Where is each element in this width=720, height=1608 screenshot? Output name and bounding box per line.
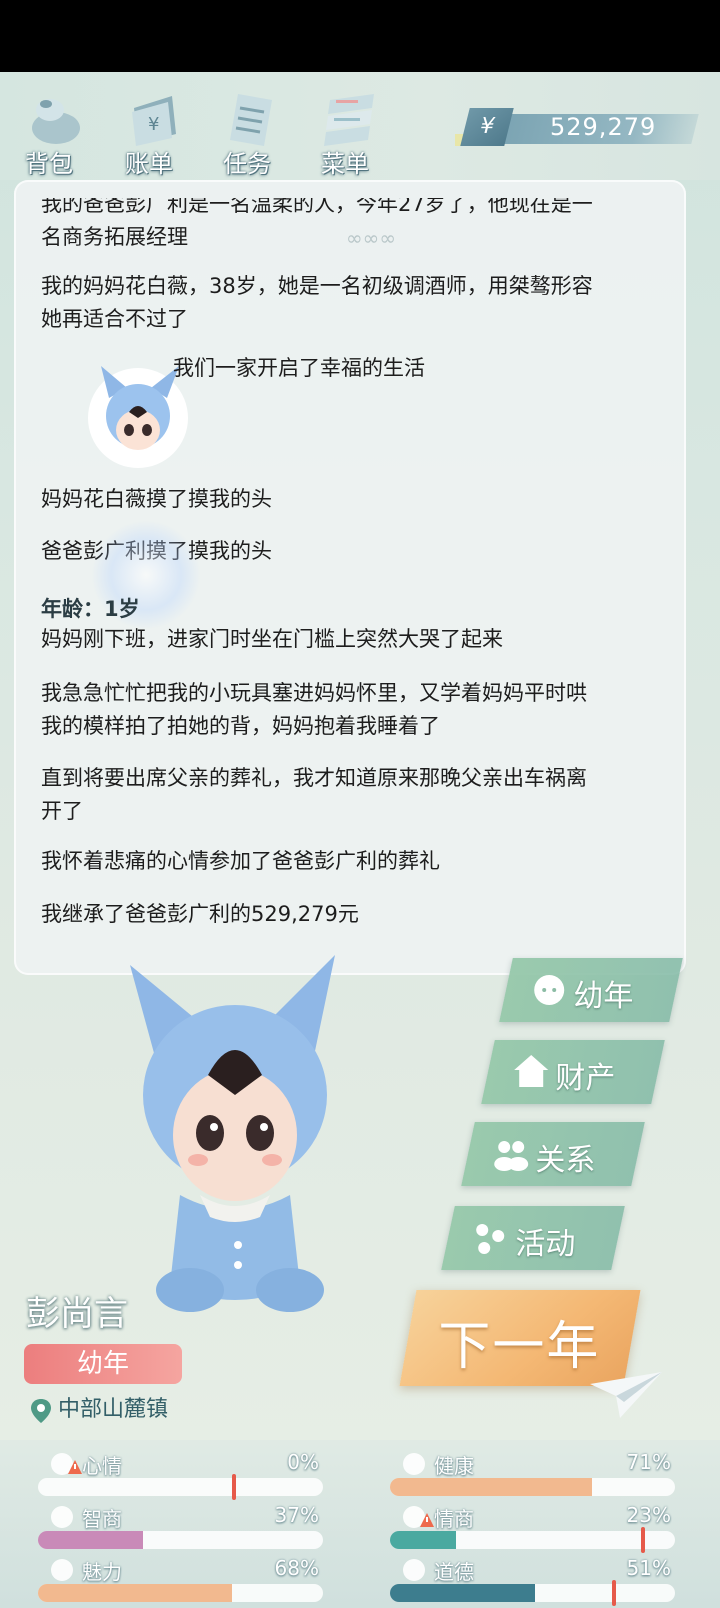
- bill-label: 账单: [125, 150, 173, 178]
- stat-threshold-marker: [612, 1580, 617, 1606]
- stat-track: [38, 1531, 323, 1549]
- log-line: 开了: [41, 799, 83, 823]
- log-line: 我急急忙忙把我的小玩具塞进妈妈怀里，又学着妈妈平时哄: [41, 681, 587, 705]
- top-bar: 背包 ¥ 账单 任务 菜单 ¥ 529,279: [0, 72, 720, 180]
- menu-label: 菜单: [321, 150, 369, 178]
- health-stat[interactable]: 健康 71%: [390, 1450, 675, 1500]
- system-status-bar: [0, 0, 720, 72]
- stat-value: 71%: [626, 1450, 671, 1474]
- relations-button[interactable]: 关系: [461, 1122, 645, 1186]
- backpack-button[interactable]: 背包: [4, 82, 94, 178]
- stage-button-label: 幼年: [573, 979, 634, 1014]
- task-icon: [230, 94, 272, 146]
- stat-value: 0%: [287, 1450, 319, 1474]
- sparkle-icon: [48, 1556, 76, 1584]
- eq-stat[interactable]: 情商 23%: [390, 1503, 675, 1553]
- brain-icon: [48, 1503, 76, 1531]
- log-line: 我的模样拍了拍她的背，妈妈抱着我睡着了: [41, 714, 440, 738]
- task-label: 任务: [223, 150, 271, 178]
- log-line: 我怀着悲痛的心情参加了爸爸彭广利的葬礼: [41, 849, 440, 873]
- log-line: 我的爸爸彭广利是一名温柔的人，今年27岁了，他现在是一: [41, 192, 593, 216]
- stat-threshold-marker: [231, 1474, 236, 1500]
- money-display: ¥ 529,279: [455, 108, 699, 148]
- stat-fill: [38, 1584, 232, 1602]
- next-year-label: 下一年: [438, 1317, 601, 1377]
- property-button-label: 财产: [555, 1061, 616, 1096]
- stat-value: 37%: [274, 1503, 319, 1527]
- stat-value: 51%: [626, 1556, 671, 1580]
- stat-threshold-marker: [640, 1527, 645, 1553]
- menu-button[interactable]: 菜单: [300, 82, 390, 178]
- house-icon: [514, 1055, 549, 1087]
- stat-track: [390, 1584, 675, 1602]
- stat-track: [38, 1478, 323, 1496]
- stat-value: 68%: [274, 1556, 319, 1580]
- character-model[interactable]: [120, 955, 350, 1320]
- backpack-icon: [32, 99, 80, 144]
- stats-panel: 心情 0% 健康 71% 智商 37% 情商 23% 魅力 68% 道德 51%: [0, 1440, 720, 1608]
- location-text: 中部山麓镇: [58, 1397, 169, 1422]
- log-line: 妈妈刚下班，进家门时坐在门槛上突然大哭了起来: [41, 627, 503, 651]
- stat-track: [390, 1478, 675, 1496]
- activity-icon: [476, 1224, 505, 1254]
- age-heading: 年龄：1岁: [41, 593, 661, 626]
- activity-button[interactable]: 活动: [441, 1206, 625, 1270]
- stat-label: 魅力: [82, 1560, 122, 1584]
- activity-button-label: 活动: [515, 1227, 576, 1262]
- stat-fill: [390, 1478, 593, 1496]
- stat-track: [390, 1531, 675, 1549]
- stat-track: [38, 1584, 323, 1602]
- iq-stat[interactable]: 智商 37%: [38, 1503, 323, 1553]
- people-icon: [494, 1141, 529, 1171]
- charm-stat[interactable]: 魅力 68%: [38, 1556, 323, 1606]
- age-label: 年龄：: [41, 597, 104, 621]
- money-value: 529,279: [550, 113, 657, 141]
- heart-icon: [400, 1450, 428, 1478]
- mood-stat[interactable]: 心情 0%: [38, 1450, 323, 1500]
- log-line: 直到将要出席父亲的葬礼，我才知道原来那晚父亲出车祸离: [41, 766, 587, 790]
- log-line: 她再适合不过了: [41, 307, 188, 331]
- life-stage-badge: 幼年: [24, 1344, 182, 1384]
- paper-plane-icon: [590, 1372, 662, 1418]
- mood-face-icon: [48, 1450, 82, 1478]
- apple-icon: [400, 1503, 434, 1531]
- bill-icon: ¥: [132, 96, 176, 146]
- log-line: 我们一家开启了幸福的生活: [173, 356, 425, 380]
- scale-icon: [400, 1556, 428, 1584]
- stat-fill: [390, 1531, 456, 1549]
- location-label[interactable]: 中部山麓镇: [22, 1392, 168, 1428]
- stat-label: 智商: [82, 1507, 122, 1531]
- morality-stat[interactable]: 道德 51%: [390, 1556, 675, 1606]
- stat-label: 情商: [434, 1507, 474, 1531]
- location-pin-icon: [31, 1399, 51, 1423]
- bill-button[interactable]: ¥ 账单: [104, 82, 194, 178]
- stat-value: 23%: [626, 1503, 671, 1527]
- svg-text:¥: ¥: [148, 114, 159, 135]
- relations-button-label: 关系: [535, 1143, 596, 1178]
- log-line: 我继承了爸爸彭广利的529,279元: [41, 902, 359, 926]
- stage-button[interactable]: 幼年: [499, 958, 683, 1022]
- log-line: 妈妈花白薇摸了摸我的头: [41, 487, 272, 511]
- stat-label: 心情: [82, 1454, 122, 1478]
- character-name: 彭尚言: [26, 1294, 128, 1334]
- stat-label: 健康: [434, 1454, 474, 1478]
- stat-label: 道德: [434, 1560, 474, 1584]
- log-line: 名商务拓展经理: [41, 225, 188, 249]
- log-line: 我的妈妈花白薇，38岁，她是一名初级调酒师，用桀骜形容: [41, 274, 593, 298]
- menu-icon: [324, 94, 374, 146]
- age-value: 1岁: [104, 597, 140, 621]
- task-button[interactable]: 任务: [202, 82, 292, 178]
- backpack-label: 背包: [25, 150, 73, 178]
- stat-fill: [38, 1531, 144, 1549]
- life-log-panel[interactable]: 我的爸爸彭广利是一名温柔的人，今年27岁了，他现在是一 ∞∞∞ 名商务拓展经理 …: [14, 180, 686, 975]
- stat-fill: [390, 1584, 536, 1602]
- baby-icon: [534, 975, 565, 1005]
- property-button[interactable]: 财产: [481, 1040, 665, 1104]
